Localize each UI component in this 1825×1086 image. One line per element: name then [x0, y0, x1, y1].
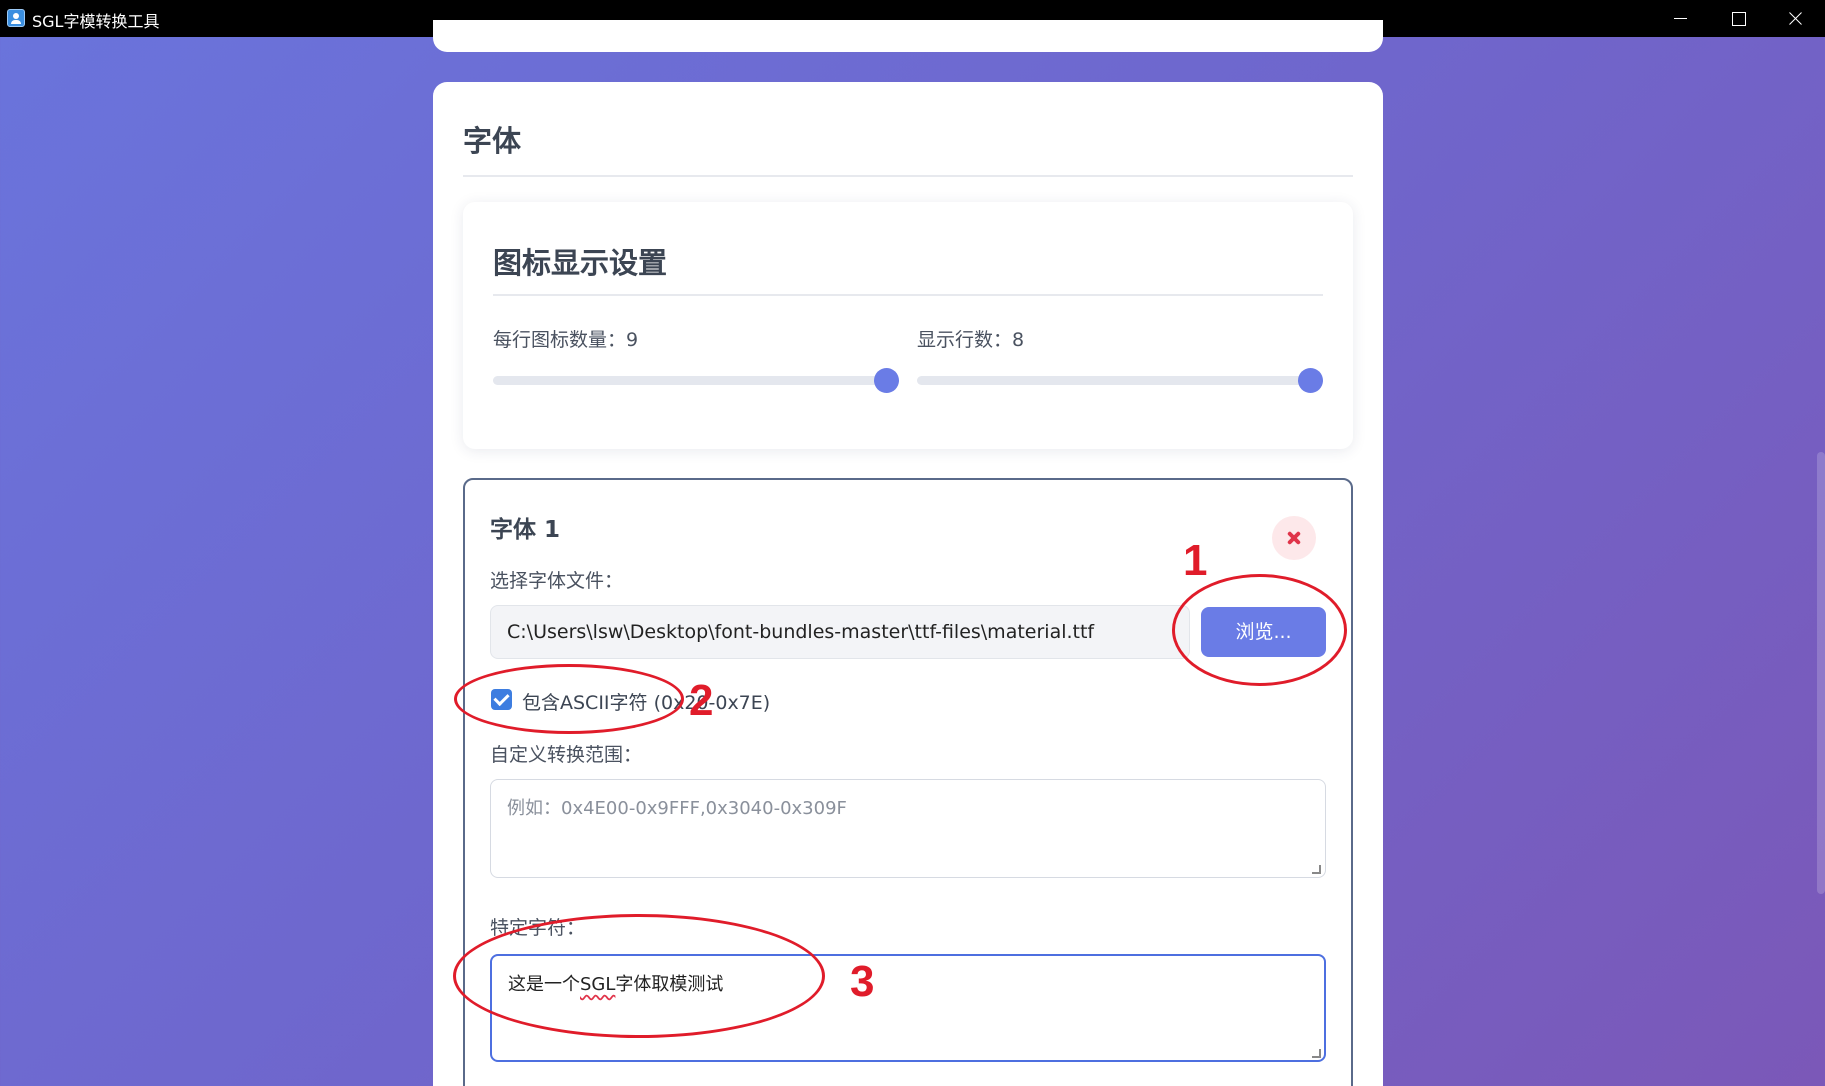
rows-label: 显示行数：8 — [917, 329, 1025, 351]
maximize-icon[interactable] — [1709, 0, 1767, 37]
annotation-ellipse-browse — [1172, 574, 1347, 686]
annotation-ellipse-specific — [453, 914, 825, 1038]
close-icon[interactable] — [1767, 0, 1825, 37]
window-title: SGL字模转换工具 — [32, 12, 160, 31]
custom-range-placeholder: 例如：0x4E00-0x9FFF,0x3040-0x309F — [507, 798, 847, 819]
annotation-number-2: 2 — [689, 676, 714, 725]
remove-font-button[interactable] — [1272, 516, 1316, 560]
font-file-label: 选择字体文件： — [490, 570, 624, 592]
resize-grip-icon[interactable] — [1312, 865, 1321, 874]
icons-per-row-label: 每行图标数量：9 — [493, 329, 639, 351]
rows-slider-handle[interactable] — [1298, 368, 1323, 393]
section-divider — [463, 175, 1353, 177]
previous-card — [433, 20, 1383, 52]
scrollbar-thumb[interactable] — [1817, 452, 1825, 894]
rows-slider[interactable] — [917, 376, 1322, 385]
custom-range-textarea[interactable]: 例如：0x4E00-0x9FFF,0x3040-0x309F — [490, 779, 1326, 878]
annotation-number-1: 1 — [1183, 536, 1208, 585]
icons-per-row-slider[interactable] — [493, 376, 898, 385]
annotation-ellipse-ascii — [454, 664, 684, 734]
font-entry-title: 字体 1 — [490, 517, 561, 543]
section-title: 字体 — [463, 124, 522, 158]
icon-display-settings-title: 图标显示设置 — [493, 246, 668, 280]
resize-grip-icon[interactable] — [1312, 1049, 1321, 1058]
custom-range-label: 自定义转换范围： — [490, 744, 643, 766]
minimize-icon[interactable] — [1651, 0, 1709, 37]
annotation-number-3: 3 — [850, 957, 875, 1006]
font-file-path-input[interactable]: C:\Users\lsw\Desktop\font-bundles-master… — [490, 605, 1190, 659]
app-icon — [7, 9, 25, 27]
icons-per-row-slider-handle[interactable] — [874, 368, 899, 393]
icon-display-settings-divider — [493, 294, 1323, 296]
